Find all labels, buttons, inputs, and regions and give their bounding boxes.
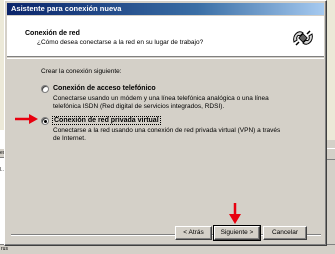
wizard-page-title: Conexión de red — [25, 30, 80, 37]
dialup-connection-label[interactable]: Conexión de acceso telefónico — [53, 85, 156, 92]
dialog-titlebar[interactable]: Asistente para conexión nueva — [7, 3, 324, 15]
header-separator — [7, 58, 324, 59]
dialup-connection-description: Conectarse usando un módem y una línea t… — [53, 95, 269, 110]
annotation-arrow-down-icon — [229, 203, 241, 224]
new-connection-wizard-dialog: Asistente para conexión nueva Conexión d… — [4, 0, 327, 246]
annotation-arrow-right-icon — [15, 114, 38, 124]
dialup-connection-radio[interactable] — [41, 85, 49, 93]
cancel-button[interactable]: Cancelar — [263, 226, 307, 240]
network-connection-icon — [291, 26, 315, 50]
vpn-connection-radio[interactable] — [41, 117, 49, 125]
wizard-header-panel: Conexión de red ¿Cómo desea conectarse a… — [7, 16, 324, 57]
wizard-page-subtitle: ¿Cómo desea conectarse a la red en su lu… — [37, 39, 204, 46]
background-status-text: rus — [1, 246, 8, 252]
back-button[interactable]: < Atrás — [175, 226, 212, 240]
intro-label: Crear la conexión siguiente: — [41, 68, 122, 75]
vpn-connection-description: Conectarse a la red usando una conexión … — [53, 127, 281, 142]
vpn-connection-label[interactable]: Conexión de red privada virtual — [52, 116, 161, 125]
next-button[interactable]: Siguiente > — [213, 225, 261, 241]
